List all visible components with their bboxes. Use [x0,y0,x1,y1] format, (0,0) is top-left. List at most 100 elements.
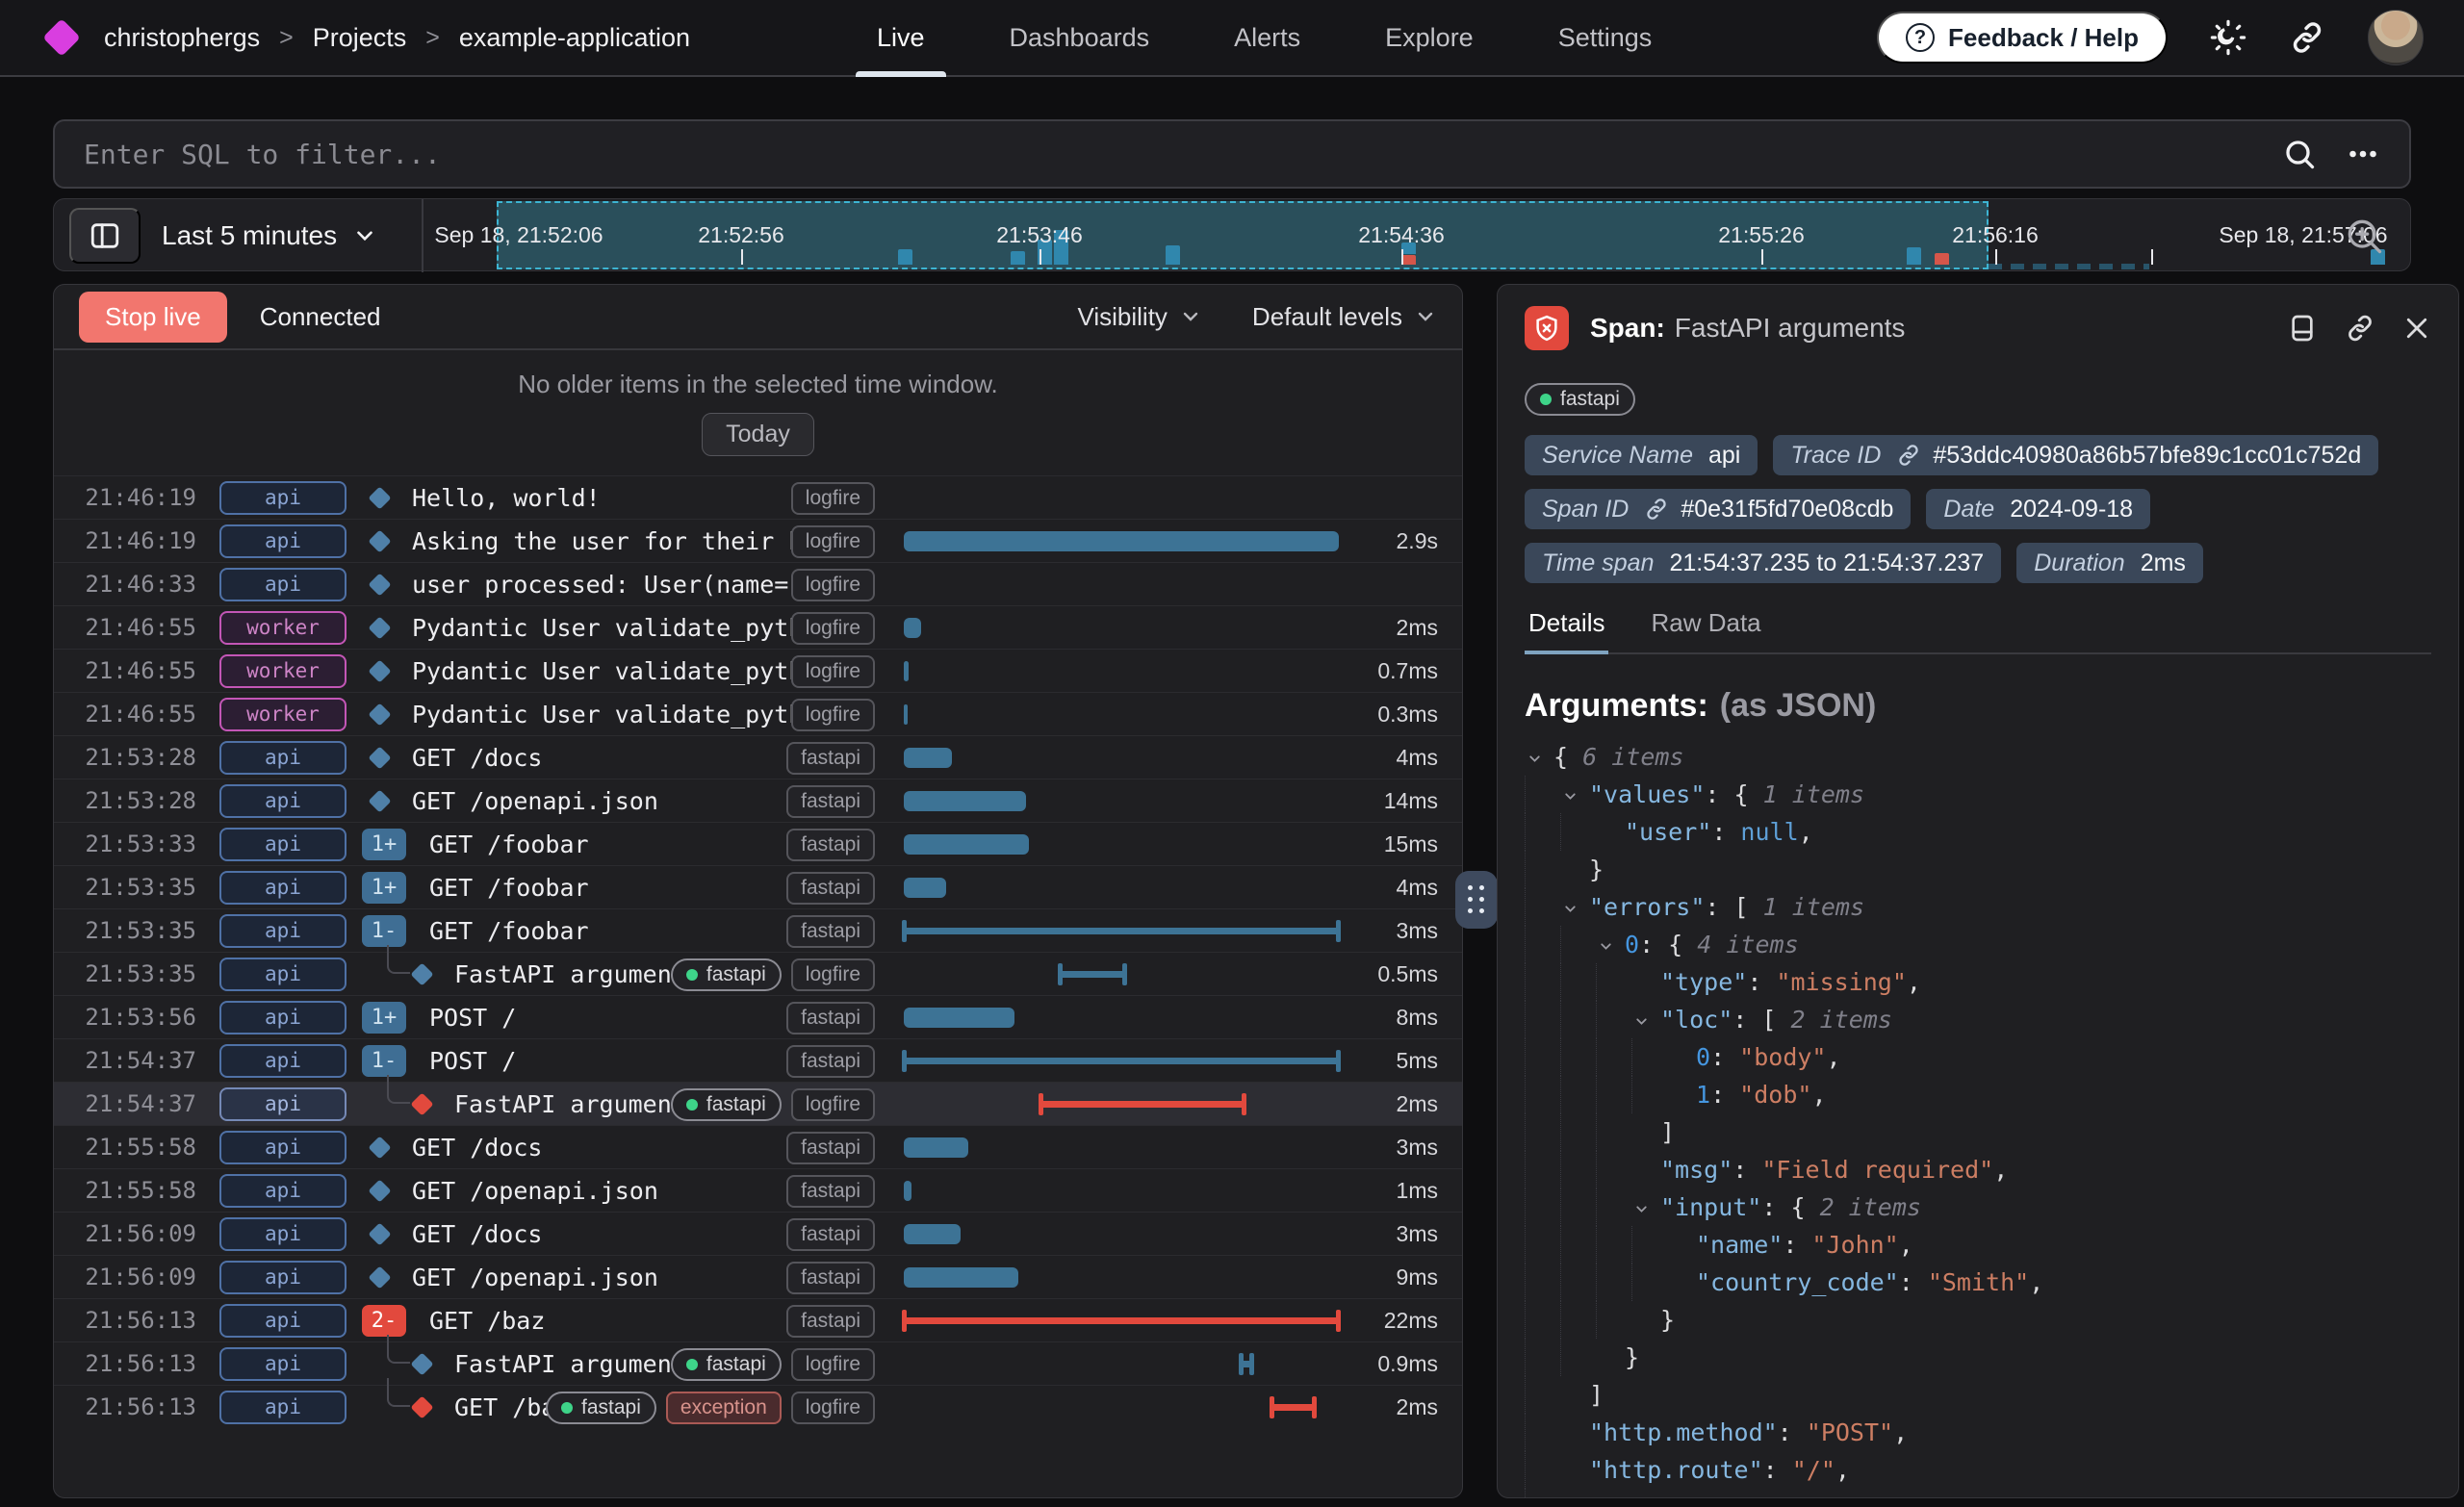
copy-link-icon[interactable] [1644,497,1669,522]
service-badge-api[interactable]: api [219,958,346,991]
timeline-histogram[interactable]: Sep 18, 21:52:06Sep 18, 21:57:0621:52:56… [424,199,2295,272]
expand-toggle[interactable]: 1+ [362,872,406,904]
tag-fastapi[interactable]: fastapi [671,958,782,991]
zoom-in-icon[interactable] [2343,215,2385,257]
expand-toggle[interactable]: 2- [362,1305,406,1337]
detail-tab-details[interactable]: Details [1528,608,1604,652]
trace-row[interactable]: 21:53:28apiGET /openapi.jsonfastapi14ms [54,779,1462,822]
span-tag-fastapi[interactable]: fastapi [1525,383,1635,416]
service-badge-api[interactable]: api [219,1131,346,1164]
service-badge-api[interactable]: api [219,524,346,558]
collapse-chevron-icon[interactable] [1631,1001,1660,1038]
feedback-help-button[interactable]: ? Feedback / Help [1877,12,2168,64]
search-icon[interactable] [2282,137,2317,171]
trace-row[interactable]: 21:56:09apiGET /docsfastapi3ms [54,1212,1462,1255]
trace-row[interactable]: 21:55:58apiGET /openapi.jsonfastapi1ms [54,1168,1462,1212]
service-badge-api[interactable]: api [219,914,346,948]
chip-date[interactable]: Date2024-09-18 [1926,489,2150,529]
tag-exception[interactable]: exception [666,1392,782,1424]
trace-row[interactable]: 21:56:13api2-GET /bazfastapi22ms [54,1298,1462,1341]
tag-fastapi[interactable]: fastapi [786,1132,875,1164]
tag-fastapi[interactable]: fastapi [786,872,875,905]
chip-trace-id[interactable]: Trace ID#53ddc40980a86b57bfe89c1cc01c752… [1773,435,2378,475]
collapse-chevron-icon[interactable] [1596,926,1625,963]
panel-resize-handle[interactable] [1455,871,1498,929]
trace-row[interactable]: 21:53:33api1+GET /foobarfastapi15ms [54,822,1462,865]
split-view-icon[interactable] [2287,313,2318,344]
trace-row[interactable]: 21:56:13apiGET /baz (fofastapiexceptionl… [54,1385,1462,1428]
expand-toggle[interactable]: 1+ [362,1002,406,1034]
trace-row[interactable]: 21:53:28apiGET /docsfastapi4ms [54,735,1462,779]
close-icon[interactable] [2402,314,2431,343]
trace-row[interactable]: 21:53:35api1-GET /foobarfastapi3ms [54,908,1462,952]
breadcrumb-item-christophergs[interactable]: christophergs [104,23,260,53]
service-badge-api[interactable]: api [219,741,346,775]
service-badge-api[interactable]: api [219,568,346,601]
tag-fastapi[interactable]: fastapi [671,1348,782,1381]
service-badge-api[interactable]: api [219,1261,346,1294]
service-badge-api[interactable]: api [219,1217,346,1251]
trace-row[interactable]: 21:53:35api1+GET /foobarfastapi4ms [54,865,1462,908]
tab-dashboards[interactable]: Dashboards [967,0,1193,75]
tag-logfire[interactable]: logfire [791,569,875,601]
trace-row[interactable]: 21:46:33apiuser processed: User(name='An… [54,562,1462,605]
chip-span-id[interactable]: Span ID#0e31f5fd70e08cdb [1525,489,1911,529]
trace-row[interactable]: 21:54:37api1-POST /fastapi5ms [54,1038,1462,1082]
service-badge-api[interactable]: api [219,1347,346,1381]
trace-row[interactable]: 21:46:55workerPydantic User validate_pyt… [54,605,1462,649]
theme-toggle-icon[interactable] [2210,19,2246,56]
share-link-icon[interactable] [2289,19,2325,56]
service-badge-api[interactable]: api [219,828,346,861]
tab-explore[interactable]: Explore [1343,0,1516,75]
collapse-chevron-icon[interactable] [1525,738,1553,776]
service-badge-worker[interactable]: worker [219,611,346,645]
service-badge-api[interactable]: api [219,1001,346,1034]
panel-toggle-icon[interactable] [69,208,141,264]
trace-row[interactable]: 21:54:37apiFastAPI argumentsfastapilogfi… [54,1082,1462,1125]
collapse-chevron-icon[interactable] [1560,776,1589,813]
expand-toggle[interactable]: 1+ [362,829,406,860]
today-button[interactable]: Today [702,413,814,456]
tag-logfire[interactable]: logfire [791,482,875,515]
breadcrumb-item-example-application[interactable]: example-application [459,23,690,53]
collapse-chevron-icon[interactable] [1631,1188,1660,1226]
tab-live[interactable]: Live [834,0,967,75]
expand-toggle[interactable]: 1- [362,915,406,947]
service-badge-api[interactable]: api [219,1174,346,1208]
chip-service-name[interactable]: Service Nameapi [1525,435,1758,475]
tag-fastapi[interactable]: fastapi [786,785,875,818]
chip-duration[interactable]: Duration2ms [2016,543,2203,583]
trace-row[interactable]: 21:53:35apiFastAPI argumentsfastapilogfi… [54,952,1462,995]
stop-live-button[interactable]: Stop live [79,292,227,343]
tab-alerts[interactable]: Alerts [1192,0,1343,75]
tag-logfire[interactable]: logfire [791,612,875,645]
tag-logfire[interactable]: logfire [791,525,875,558]
logfire-logo-icon[interactable] [42,18,81,57]
tag-fastapi[interactable]: fastapi [786,829,875,861]
collapse-chevron-icon[interactable] [1560,888,1589,926]
chip-time-span[interactable]: Time span21:54:37.235 to 21:54:37.237 [1525,543,2001,583]
trace-row[interactable]: 21:53:56api1+POST /fastapi8ms [54,995,1462,1038]
trace-row[interactable]: 21:46:19apiHello, world!logfire [54,475,1462,519]
trace-row[interactable]: 21:46:55workerPydantic User validate_pyt… [54,692,1462,735]
tag-fastapi[interactable]: fastapi [671,1088,782,1121]
trace-row[interactable]: 21:46:19apiAsking the user for their bir… [54,519,1462,562]
default-levels-dropdown[interactable]: Default levels [1252,302,1437,332]
user-avatar[interactable] [2368,10,2424,65]
service-badge-api[interactable]: api [219,1304,346,1338]
tab-settings[interactable]: Settings [1516,0,1695,75]
tag-fastapi[interactable]: fastapi [786,1002,875,1034]
visibility-dropdown[interactable]: Visibility [1077,302,1201,332]
tag-logfire[interactable]: logfire [791,655,875,688]
service-badge-api[interactable]: api [219,1044,346,1078]
trace-row[interactable]: 21:56:13apiFastAPI argumentsfastapilogfi… [54,1341,1462,1385]
tag-fastapi[interactable]: fastapi [786,1218,875,1251]
tag-logfire[interactable]: logfire [791,1348,875,1381]
tag-fastapi[interactable]: fastapi [786,1045,875,1078]
tag-logfire[interactable]: logfire [791,1392,875,1424]
tag-fastapi[interactable]: fastapi [786,1262,875,1294]
service-badge-api[interactable]: api [219,784,346,818]
tag-logfire[interactable]: logfire [791,699,875,731]
breadcrumb-item-Projects[interactable]: Projects [313,23,407,53]
service-badge-api[interactable]: api [219,1087,346,1121]
